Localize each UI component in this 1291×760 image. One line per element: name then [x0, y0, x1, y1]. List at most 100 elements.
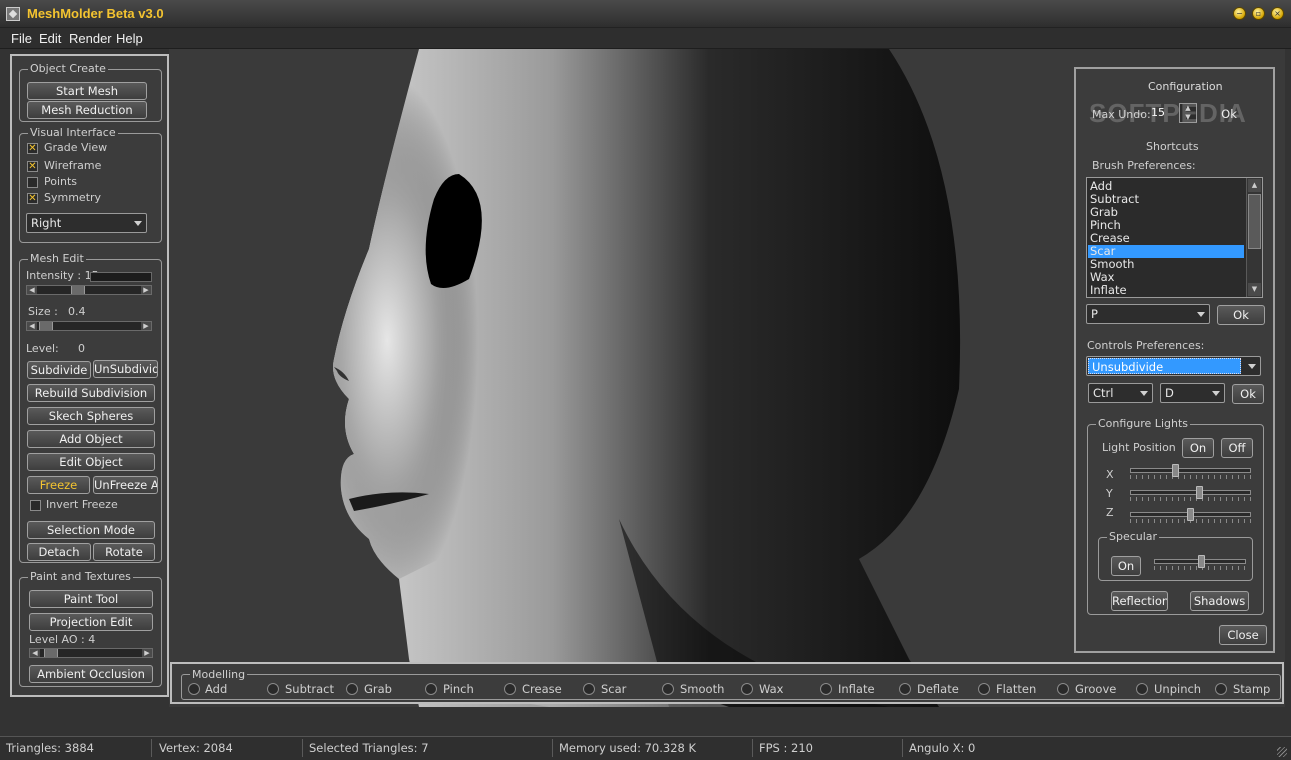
radio-label: Inflate [838, 682, 875, 696]
radio-pinch[interactable] [425, 683, 437, 695]
slider-knob[interactable] [1196, 486, 1203, 499]
radio-label: Flatten [996, 682, 1037, 696]
intensity-slider[interactable]: ◀ ▶ [26, 285, 152, 295]
radio-inflate[interactable] [820, 683, 832, 695]
radio-smooth[interactable] [662, 683, 674, 695]
light-y-slider[interactable] [1130, 486, 1251, 501]
radio-unpinch[interactable] [1136, 683, 1148, 695]
slider-thumb[interactable] [44, 649, 58, 657]
radio-label: Deflate [917, 682, 959, 696]
subdivide-button[interactable]: Subdivide [27, 361, 91, 379]
arrow-left-icon[interactable]: ◀ [30, 649, 40, 657]
brush-key-select[interactable]: P [1086, 304, 1210, 324]
slider-thumb[interactable] [39, 322, 53, 330]
grade-view-checkbox[interactable]: ✕ [27, 143, 38, 154]
rotate-button[interactable]: Rotate [93, 543, 155, 561]
ambient-occlusion-button[interactable]: Ambient Occlusion [29, 665, 153, 683]
light-x-slider[interactable] [1130, 464, 1251, 479]
window-title: MeshMolder Beta v3.0 [27, 6, 164, 21]
view-select[interactable]: Right [26, 213, 147, 233]
arrow-right-icon[interactable]: ▶ [141, 286, 151, 294]
modifier-select[interactable]: Ctrl [1088, 383, 1153, 403]
arrow-left-icon[interactable]: ◀ [27, 286, 37, 294]
app-icon [6, 7, 20, 21]
chevron-down-icon [1197, 312, 1205, 317]
light-position-on-button[interactable]: On [1182, 438, 1214, 458]
shadows-button[interactable]: Shadows [1190, 591, 1249, 611]
projection-edit-button[interactable]: Projection Edit [29, 613, 153, 631]
wireframe-checkbox[interactable]: ✕ [27, 161, 38, 172]
brush-list-scrollbar[interactable]: ▲ ▼ [1246, 178, 1262, 297]
points-checkbox[interactable] [27, 177, 38, 188]
radio-groove[interactable] [1057, 683, 1069, 695]
scroll-thumb[interactable] [1248, 194, 1261, 249]
scroll-up-icon[interactable]: ▲ [1248, 179, 1261, 192]
chevron-down-icon [134, 221, 142, 226]
close-config-button[interactable]: Close [1219, 625, 1267, 645]
radio-grab[interactable] [346, 683, 358, 695]
specular-group: Specular On [1098, 530, 1253, 581]
symmetry-checkbox[interactable]: ✕ [27, 193, 38, 204]
selection-mode-button[interactable]: Selection Mode [27, 521, 155, 539]
slider-knob[interactable] [1198, 555, 1205, 568]
left-tool-panel: Object Create Start Mesh Mesh Reduction … [10, 54, 169, 697]
size-slider[interactable]: ◀ ▶ [26, 321, 152, 331]
maximize-button[interactable]: ▫ [1252, 7, 1265, 20]
arrow-right-icon[interactable]: ▶ [142, 649, 152, 657]
scroll-down-icon[interactable]: ▼ [1248, 283, 1261, 296]
key-select[interactable]: D [1160, 383, 1225, 403]
edit-object-button[interactable]: Edit Object [27, 453, 155, 471]
radio-label: Smooth [680, 682, 725, 696]
rebuild-subdivision-button[interactable]: Rebuild Subdivision [27, 384, 155, 402]
configure-lights-title: Configure Lights [1096, 417, 1190, 430]
specular-on-button[interactable]: On [1111, 556, 1141, 576]
control-select[interactable]: Unsubdivide [1086, 356, 1261, 376]
slider-knob[interactable] [1187, 508, 1194, 521]
paint-tool-button[interactable]: Paint Tool [29, 590, 153, 608]
reflection-button[interactable]: Reflection [1111, 591, 1168, 611]
menu-help[interactable]: Help [116, 31, 143, 46]
radio-crease[interactable] [504, 683, 516, 695]
light-z-slider[interactable] [1130, 508, 1251, 523]
freeze-button[interactable]: Freeze [27, 476, 90, 494]
brush-key-ok-button[interactable]: Ok [1217, 305, 1265, 325]
add-object-button[interactable]: Add Object [27, 430, 155, 448]
sketch-spheres-button[interactable]: Skech Spheres [27, 407, 155, 425]
size-value: 0.4 [68, 305, 86, 318]
menu-file[interactable]: File [11, 31, 32, 46]
visual-interface-title: Visual Interface [28, 126, 118, 139]
control-ok-button[interactable]: Ok [1232, 384, 1264, 404]
invert-freeze-checkbox[interactable] [30, 500, 41, 511]
list-item[interactable]: Inflate [1090, 284, 1246, 297]
status-angulo: Angulo X: 0 [909, 741, 976, 755]
specular-slider[interactable] [1154, 555, 1246, 570]
radio-stamp[interactable] [1215, 683, 1227, 695]
menu-render[interactable]: Render [69, 31, 112, 46]
resize-grip-icon[interactable] [1277, 747, 1287, 757]
radio-subtract[interactable] [267, 683, 279, 695]
slider-thumb[interactable] [71, 286, 85, 294]
wireframe-label: Wireframe [44, 159, 102, 172]
unfreeze-all-button[interactable]: UnFreeze All [93, 476, 158, 494]
detach-button[interactable]: Detach [27, 543, 91, 561]
radio-flatten[interactable] [978, 683, 990, 695]
light-position-off-button[interactable]: Off [1221, 438, 1253, 458]
radio-wax[interactable] [741, 683, 753, 695]
app-window: MeshMolder Beta v3.0 − ▫ × File Edit Ren… [0, 0, 1291, 760]
status-fps: FPS : 210 [753, 739, 903, 757]
level-ao-slider[interactable]: ◀ ▶ [29, 648, 153, 658]
radio-add[interactable] [188, 683, 200, 695]
menu-edit[interactable]: Edit [39, 31, 61, 46]
unsubdivide-button[interactable]: UnSubdivide [93, 360, 158, 378]
minimize-button[interactable]: − [1233, 7, 1246, 20]
status-bar: Triangles: 3884 Vertex: 2084 Selected Tr… [0, 736, 1291, 760]
start-mesh-button[interactable]: Start Mesh [27, 82, 147, 100]
arrow-right-icon[interactable]: ▶ [141, 322, 151, 330]
mesh-reduction-button[interactable]: Mesh Reduction [27, 101, 147, 119]
close-window-button[interactable]: × [1271, 7, 1284, 20]
radio-deflate[interactable] [899, 683, 911, 695]
radio-scar[interactable] [583, 683, 595, 695]
arrow-left-icon[interactable]: ◀ [27, 322, 37, 330]
slider-knob[interactable] [1172, 464, 1179, 477]
brush-list[interactable]: Add Subtract Grab Pinch Crease Scar Smoo… [1086, 177, 1263, 298]
